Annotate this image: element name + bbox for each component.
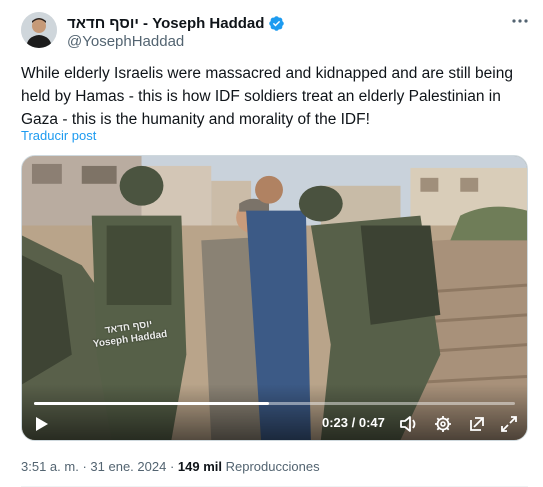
fullscreen-button[interactable]: [498, 414, 520, 434]
author-handle[interactable]: @YosephHaddad: [67, 33, 184, 50]
tweet: יוסף חדאד - Yoseph Haddad @YosephHaddad …: [0, 0, 543, 487]
tweet-time[interactable]: 3:51 a. m.: [21, 459, 79, 474]
video-progress-fill: [34, 402, 270, 405]
picture-in-picture-icon: [470, 417, 484, 431]
avatar[interactable]: [21, 12, 57, 48]
video-time-display: 0:23 / 0:47: [322, 415, 385, 430]
more-icon: [512, 19, 528, 23]
tweet-text: While elderly Israelis were massacred an…: [21, 65, 513, 128]
translate-post-link[interactable]: Traducir post: [21, 128, 96, 143]
play-button[interactable]: [32, 414, 52, 434]
fullscreen-icon: [501, 416, 517, 432]
play-icon: [36, 417, 48, 431]
author-name-row[interactable]: יוסף חדאד - Yoseph Haddad: [67, 14, 285, 32]
more-options-button[interactable]: [506, 10, 534, 32]
picture-in-picture-button[interactable]: [466, 414, 488, 434]
tweet-metadata: 3:51 a. m. · 31 ene. 2024 · 149 mil Repr…: [21, 459, 320, 474]
video-player[interactable]: יוסף חדאד Yoseph Haddad 0:23 / 0:47: [21, 155, 528, 441]
video-controls: 0:23 / 0:47: [22, 384, 527, 440]
tweet-date[interactable]: 31 ene. 2024: [90, 459, 166, 474]
views-count: 149 mil: [177, 459, 222, 474]
author-display-name[interactable]: יוסף חדאד - Yoseph Haddad: [67, 15, 264, 32]
video-progress-bar[interactable]: [34, 402, 515, 405]
gear-icon: [435, 416, 451, 432]
volume-button[interactable]: [398, 414, 420, 434]
meta-separator-2: ·: [169, 459, 175, 474]
verified-badge-icon: [268, 15, 285, 32]
views-label: Reproducciones: [225, 459, 320, 474]
meta-separator: ·: [82, 459, 87, 474]
volume-icon: [400, 416, 416, 432]
settings-button[interactable]: [432, 414, 454, 434]
